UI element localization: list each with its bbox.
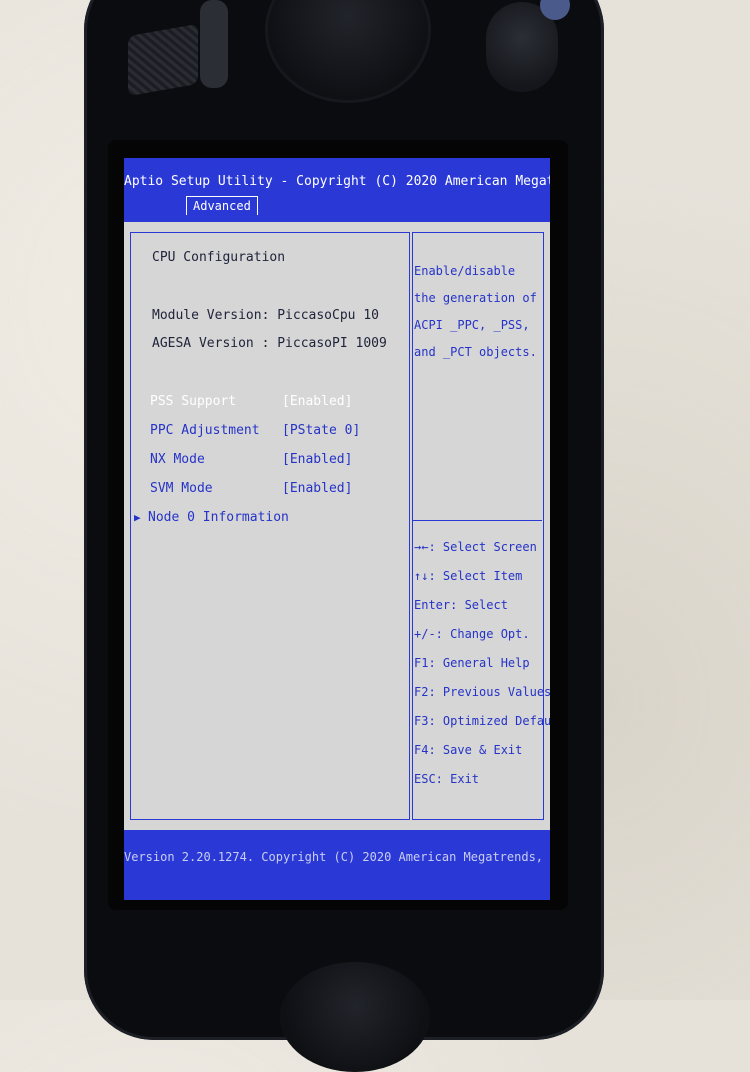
- key-enter: Enter: Select: [414, 598, 508, 612]
- key-select-screen: →←: Select Screen: [414, 540, 537, 554]
- option-svm-mode-value[interactable]: [Enabled]: [282, 481, 352, 496]
- key-select-item: ↑↓: Select Item: [414, 569, 523, 583]
- option-svm-mode[interactable]: SVM Mode: [150, 481, 213, 496]
- utility-title: Aptio Setup Utility - Copyright (C) 2020…: [124, 174, 550, 189]
- footer-bar: Version 2.20.1274. Copyright (C) 2020 Am…: [124, 830, 550, 900]
- key-esc-exit: ESC: Exit: [414, 772, 480, 786]
- option-pss-support-value[interactable]: [Enabled]: [282, 394, 352, 409]
- option-pss-support[interactable]: PSS Support: [150, 394, 236, 409]
- option-nx-mode-value[interactable]: [Enabled]: [282, 452, 352, 467]
- agesa-version: AGESA Version : PiccasoPI 1009: [152, 336, 387, 351]
- module-version: Module Version: PiccasoCpu 10: [152, 308, 379, 323]
- help-divider: [412, 520, 542, 521]
- title-bar: Aptio Setup Utility - Copyright (C) 2020…: [124, 158, 550, 222]
- version-footer: Version 2.20.1274. Copyright (C) 2020 Am…: [124, 850, 550, 864]
- submenu-node-0-information[interactable]: Node 0 Information: [148, 510, 289, 525]
- key-f2-previous: F2: Previous Values: [414, 685, 550, 699]
- key-f4-save-exit: F4: Save & Exit: [414, 743, 523, 757]
- submenu-arrow-icon: ▶: [134, 511, 141, 524]
- key-f3-defaults: F3: Optimized Defaults: [414, 714, 550, 728]
- option-nx-mode[interactable]: NX Mode: [150, 452, 205, 467]
- main-panel: CPU Configuration Module Version: Piccas…: [124, 222, 550, 830]
- page-title: CPU Configuration: [152, 250, 286, 265]
- option-ppc-adjustment-value[interactable]: [PState 0]: [282, 423, 360, 438]
- lower-trackpad: [280, 962, 430, 1072]
- bios-screen: Aptio Setup Utility - Copyright (C) 2020…: [124, 158, 550, 900]
- dpad-control: [128, 23, 198, 97]
- key-f1-help: F1: General Help: [414, 656, 530, 670]
- help-description: Enable/disable the generation of ACPI _P…: [414, 264, 537, 359]
- shoulder-button: [200, 0, 228, 88]
- option-ppc-adjustment[interactable]: PPC Adjustment: [150, 423, 260, 438]
- tab-advanced[interactable]: Advanced: [186, 196, 258, 215]
- key-change-opt: +/-: Change Opt.: [414, 627, 530, 641]
